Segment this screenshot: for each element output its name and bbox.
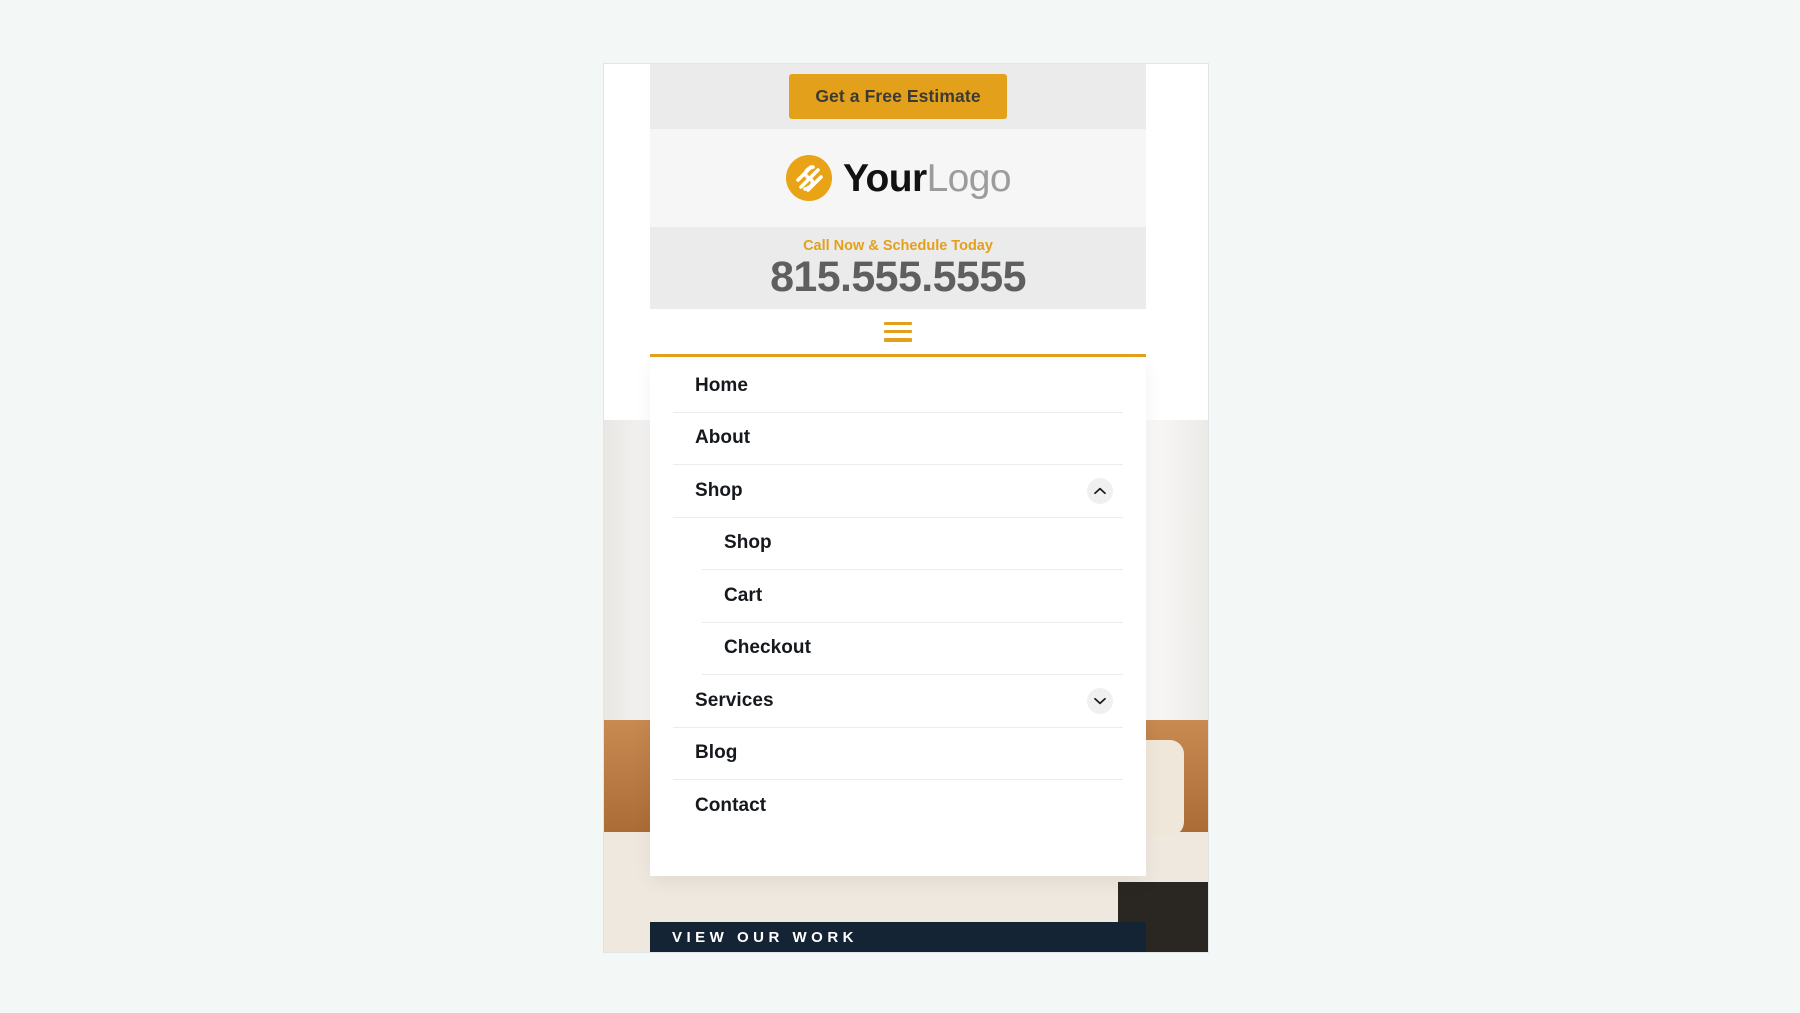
nav-item-services[interactable]: Services xyxy=(673,675,1123,728)
nav-item-contact[interactable]: Contact xyxy=(673,780,1123,833)
hamburger-bar-2 xyxy=(884,329,912,334)
nav-subitem-shop[interactable]: Shop xyxy=(702,518,1123,570)
view-our-work-banner: VIEW OUR WORK xyxy=(650,922,1146,952)
circle-swirl-logo-icon xyxy=(785,154,833,202)
logo-wordmark: YourLogo xyxy=(843,156,1012,200)
nav-item-label: Home xyxy=(695,374,748,396)
phone-band: Call Now & Schedule Today 815.555.5555 xyxy=(650,227,1146,309)
nav-item-label: Services xyxy=(695,689,774,711)
browser-viewport: Get a Free Estimate YourLogo Call Now & … xyxy=(604,64,1208,952)
nav-item-blog[interactable]: Blog xyxy=(673,728,1123,780)
mobile-nav-toggle-bar[interactable] xyxy=(650,309,1146,357)
nav-item-home[interactable]: Home xyxy=(673,360,1123,413)
hamburger-bar-3 xyxy=(884,338,912,342)
chevron-down-icon[interactable] xyxy=(1087,687,1113,714)
nav-item-about[interactable]: About xyxy=(673,413,1123,465)
nav-subitem-label: Shop xyxy=(724,532,772,554)
chevron-up-icon[interactable] xyxy=(1087,477,1113,504)
nav-subitem-label: Cart xyxy=(724,584,763,606)
nav-subitem-cart[interactable]: Cart xyxy=(702,570,1123,623)
logo-band: YourLogo xyxy=(650,129,1146,227)
nav-item-label: Shop xyxy=(695,479,743,501)
logo-word-primary: Your xyxy=(843,156,927,200)
nav-subitem-label: Checkout xyxy=(724,637,811,659)
nav-item-label: About xyxy=(695,427,751,449)
get-free-estimate-button[interactable]: Get a Free Estimate xyxy=(789,74,1007,119)
nav-item-label: Contact xyxy=(695,795,767,817)
top-utility-bar: Get a Free Estimate xyxy=(650,64,1146,129)
hamburger-bar-1 xyxy=(884,321,912,325)
view-our-work-label: VIEW OUR WORK xyxy=(672,928,858,946)
nav-subitem-checkout[interactable]: Checkout xyxy=(702,623,1123,675)
logo-word-secondary: Logo xyxy=(926,156,1012,200)
nav-item-shop[interactable]: Shop xyxy=(673,465,1123,518)
mobile-navigation-menu: Home About Shop Shop Cart Checkout Servi… xyxy=(650,360,1146,876)
hamburger-menu-icon[interactable] xyxy=(884,321,912,342)
phone-number-link[interactable]: 815.555.5555 xyxy=(770,254,1026,301)
site-logo[interactable]: YourLogo xyxy=(785,154,1012,202)
nav-item-label: Blog xyxy=(695,742,738,764)
